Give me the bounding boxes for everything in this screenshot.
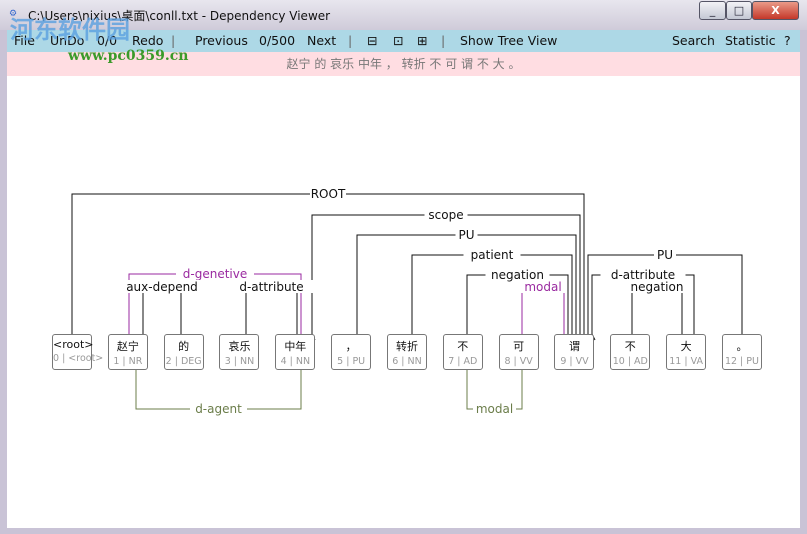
arc-line [245,286,298,334]
token-tag: 3 | NN [224,356,255,367]
arc-modal[interactable]: modal [518,280,565,341]
arc-label: PU [657,248,673,262]
token-word: 转折 [395,340,418,353]
token-tag: 6 | NN [392,356,422,367]
arc-aux-depend[interactable]: aux-depend [123,280,201,341]
arc-line [631,286,683,334]
token-word: ， [345,340,357,353]
arc-line [521,286,565,334]
arc-line [142,286,182,334]
arc-ROOT[interactable]: ROOT [68,187,585,341]
token-2[interactable]: 的 2 | DEG [163,334,204,370]
token-word: 哀乐 [228,340,251,353]
token-tag: 5 | PU [337,356,366,367]
arc-label: aux-depend [126,280,198,294]
token-tag: 9 | VV [560,356,589,367]
token-tag: 10 | AD [612,356,648,367]
token-4[interactable]: 中年 4 | NN [275,334,316,370]
arc-patient[interactable]: patient [408,248,573,341]
arc-PU[interactable]: PU [584,248,743,341]
token-word: 不 [624,340,636,353]
token-7[interactable]: 不 7 | AD [442,334,483,370]
arc-label: modal [524,280,561,294]
token-11[interactable]: 大 11 | VA [666,334,707,370]
token-tag: 8 | VV [504,356,533,367]
token-10[interactable]: 不 10 | AD [610,334,651,370]
token-word: 的 [178,340,190,353]
token-tag: 0 | <root> [53,353,104,364]
arc-d-agent[interactable]: d-agent [135,363,305,416]
arc-label: d-attribute [239,280,303,294]
arc-layer: ROOTscopePUpatientnegationmodald-genetiv… [68,187,743,416]
arc-d-genetive[interactable]: d-genetive [128,267,305,341]
arc-label: modal [476,402,513,416]
token-9[interactable]: 谓 9 | VV [554,334,595,370]
arc-label: d-genetive [183,267,247,281]
token-word: 赵宁 [116,340,139,353]
arc-label: ROOT [311,187,346,201]
token-word: 。 [736,340,748,353]
arc-negation[interactable]: negation [625,280,689,341]
arc-label: patient [471,248,514,262]
token-0[interactable]: <root> 0 | <root> [52,334,104,370]
token-1[interactable]: 赵宁 1 | NR [107,334,148,370]
token-word: <root> [53,338,94,351]
token-tag: 1 | NR [113,356,143,367]
arc-label: scope [428,208,463,222]
token-word: 大 [680,340,692,353]
token-tag: 11 | VA [669,356,703,367]
token-word: 不 [457,340,469,353]
token-12[interactable]: 。 12 | PU [721,334,762,370]
token-6[interactable]: 转折 6 | NN [386,334,427,370]
token-word: 谓 [568,340,580,353]
token-3[interactable]: 哀乐 3 | NN [219,334,260,370]
arc-label: PU [458,228,474,242]
arc-negation[interactable]: negation [463,268,569,341]
arc-label: d-agent [195,402,242,416]
arc-line [587,254,743,334]
arc-modal[interactable]: modal [463,363,523,416]
arc-d-attribute[interactable]: d-attribute [588,268,695,341]
token-8[interactable]: 可 8 | VV [498,334,539,370]
token-word: 中年 [284,340,307,353]
token-tag: 12 | PU [724,356,759,367]
token-tag: 4 | NN [280,356,311,367]
token-word: 可 [513,340,525,353]
token-tag: 2 | DEG [165,356,202,367]
arc-label: negation [631,280,684,294]
token-tag: 7 | AD [448,356,478,367]
arc-line [411,254,573,334]
token-5[interactable]: ， 5 | PU [331,334,372,370]
